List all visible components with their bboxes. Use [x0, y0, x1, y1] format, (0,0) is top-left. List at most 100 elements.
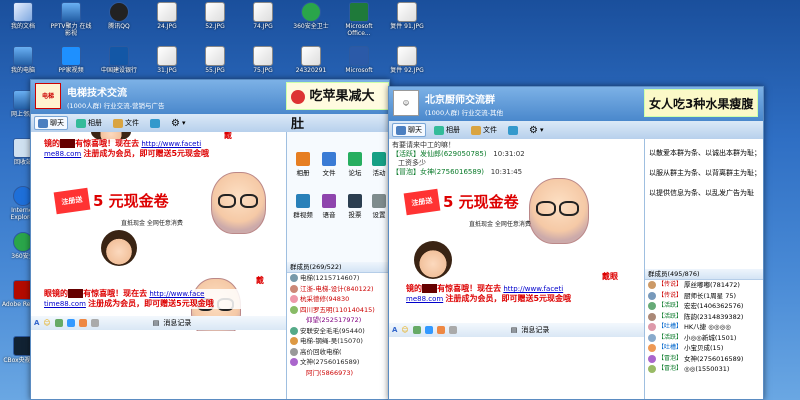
avatar — [648, 333, 656, 342]
avatar — [290, 368, 304, 377]
emoji-icon[interactable]: ☺ — [401, 326, 408, 334]
member-row[interactable]: 【冒泡】 女神(2756016589) — [645, 354, 763, 365]
message-history-button[interactable]: 消息记录 — [521, 325, 549, 335]
member-row[interactable]: 【吐槽】 HK八捷 ◎◎◎◎ — [645, 322, 763, 333]
member-row[interactable]: 【传说】 厨师长(1周星 75) — [645, 291, 763, 302]
gear-icon: ⚙ — [529, 124, 538, 136]
desktop-icon-my-computer[interactable]: 我的电脑 — [0, 46, 46, 74]
member-row[interactable]: 电梯-钢绳-吴(15070) — [287, 336, 389, 347]
desktop-icon-55jpg[interactable]: 55.JPG — [192, 46, 238, 74]
member-row[interactable]: 【活跃】 陈韵(2314839382) — [645, 312, 763, 323]
app-voice[interactable]: 语音 — [315, 194, 343, 219]
member-row[interactable]: 【传说】 厚丝嘟嘟(781472) — [645, 280, 763, 291]
forum-icon — [348, 152, 362, 166]
member-row[interactable]: 【冒泡】 ◎◎(1550031) — [645, 364, 763, 375]
music-icon[interactable] — [78, 319, 87, 327]
more-icon[interactable] — [90, 319, 99, 327]
desktop-icon-92jpg[interactable]: 复件 92.JPG — [384, 46, 430, 74]
more-icon[interactable] — [448, 326, 457, 334]
member-row[interactable]: 【吐槽】 小宝贝成(15) — [645, 343, 763, 354]
avatar — [648, 354, 656, 363]
member-row[interactable]: 阿门(5866973) — [287, 368, 389, 379]
ad-banner[interactable]: 吃苹果减大肚 — [286, 82, 389, 132]
member-row[interactable]: 文神(2756016589) — [287, 357, 389, 368]
avatar — [290, 284, 298, 293]
member-row[interactable]: 【活跃】 宏宏(1406362576) — [645, 301, 763, 312]
avatar — [648, 302, 656, 311]
avatar — [648, 312, 656, 321]
excel-icon — [349, 2, 369, 22]
apps-button[interactable] — [147, 118, 163, 129]
desktop-icon-my-documents[interactable]: 我的文档 — [0, 2, 46, 30]
image-file-icon — [397, 2, 417, 22]
screenshot-icon[interactable] — [424, 326, 433, 334]
desktop-icon-24jpg[interactable]: 24.JPG — [144, 2, 190, 30]
settings-button[interactable]: ⚙ ▾ — [168, 117, 188, 130]
desktop-icon-pp[interactable]: PP家视频 — [48, 46, 94, 74]
folder-icon — [322, 152, 336, 166]
title-bar[interactable]: 电梯 电梯技术交流 (1000人群) 行业交流-营销与广告 吃苹果减大肚 — [31, 80, 389, 132]
member-row[interactable]: 电梯(1215714607) — [287, 273, 389, 284]
tab-album[interactable]: 相册 — [431, 124, 463, 136]
glasses-left — [536, 201, 556, 216]
apps-button[interactable] — [505, 125, 521, 136]
message-history-button[interactable]: 消息记录 — [163, 318, 191, 328]
member-row[interactable]: 江浙-电梯-设计(840122) — [287, 284, 389, 295]
desktop-icon-52jpg[interactable]: 52.JPG — [192, 2, 238, 30]
promo-text-wear: 戴 — [256, 276, 264, 285]
app-settings[interactable]: 设置 — [365, 194, 389, 219]
chat-message-header: 【冒泡】女神(2756016589) 10:31:45 — [392, 168, 523, 176]
member-row[interactable]: 安联安全毛毛(95440) — [287, 326, 389, 337]
tab-chat[interactable]: 聊天 — [34, 116, 68, 130]
member-row[interactable]: 仰望(252517972) — [287, 315, 389, 326]
app-files[interactable]: 文件 — [315, 152, 343, 177]
tab-album[interactable]: 相册 — [73, 117, 105, 129]
desktop-icon-qq[interactable]: 腾讯QQ — [96, 2, 142, 30]
desktop-icon-74jpg[interactable]: 74.JPG — [240, 2, 286, 30]
desktop-icon-91jpg[interactable]: 复件 91.JPG — [384, 2, 430, 30]
calendar-icon — [372, 152, 386, 166]
desktop-icon-office[interactable]: Microsoft Office... — [336, 2, 382, 37]
desktop-icon-24320291[interactable]: 24320291 — [288, 46, 334, 74]
group-logo: 电梯 — [35, 83, 61, 109]
tab-files[interactable]: 文件 — [468, 124, 500, 136]
desktop-icon-31jpg[interactable]: 31.JPG — [144, 46, 190, 74]
avatar — [648, 365, 656, 374]
font-icon[interactable]: A — [34, 319, 39, 327]
desktop-icon-ccb[interactable]: 中国建设银行 — [96, 46, 142, 74]
font-icon[interactable]: A — [392, 326, 397, 334]
app-events[interactable]: 活动 — [365, 152, 389, 177]
image-icon[interactable] — [412, 326, 421, 334]
tab-chat[interactable]: 聊天 — [392, 123, 426, 137]
promo-link-1[interactable]: http://www.faceti — [141, 140, 201, 148]
member-row[interactable]: 高价回收电梯( — [287, 347, 389, 358]
tab-files[interactable]: 文件 — [110, 117, 142, 129]
desktop-icon-pptv[interactable]: PPTV聚力 在线影视 — [48, 2, 94, 37]
member-list-header: 群成员(269/522) — [287, 262, 389, 273]
message-input[interactable] — [31, 331, 286, 399]
message-input[interactable] — [389, 338, 644, 399]
music-icon[interactable] — [436, 326, 445, 334]
image-file-icon — [253, 2, 273, 22]
member-list: 群成员(495/876) 【传说】 厚丝嘟嘟(781472) 【传说】 厨师长(1周… — [644, 269, 763, 399]
title-bar[interactable]: ☺ 北京厨师交流群 (1000人群) 行业交流-其他 女人吃3种水果瘦腹 — [389, 87, 763, 121]
desktop-icon-75jpg[interactable]: 75.JPG — [240, 46, 286, 74]
ad-banner[interactable]: 女人吃3种水果瘦腹 — [644, 89, 759, 117]
member-row[interactable]: 四川罗五明(110140415) — [287, 305, 389, 316]
avatar — [648, 344, 656, 353]
settings-button[interactable]: ⚙ ▾ — [526, 124, 546, 137]
desktop-icon-360[interactable]: 360安全卫士 — [288, 2, 334, 30]
member-list: 群成员(269/522) 电梯(1215714607) 江浙-电梯-设计(840… — [286, 262, 389, 399]
avatar — [290, 347, 298, 356]
folder-icon — [13, 2, 33, 22]
penguin-icon — [109, 2, 129, 22]
app-video[interactable]: 群视频 — [289, 194, 317, 219]
app-album[interactable]: 相册 — [289, 152, 317, 177]
desktop-icon-microsoft[interactable]: Microsoft — [336, 46, 382, 74]
emoji-icon[interactable]: ☺ — [43, 319, 50, 327]
member-row[interactable]: 杭采德修(94830 — [287, 294, 389, 305]
computer-icon — [13, 46, 33, 66]
screenshot-icon[interactable] — [66, 319, 75, 327]
image-icon[interactable] — [54, 319, 63, 327]
member-row[interactable]: 【活跃】 小◎◎新城(1501) — [645, 333, 763, 344]
